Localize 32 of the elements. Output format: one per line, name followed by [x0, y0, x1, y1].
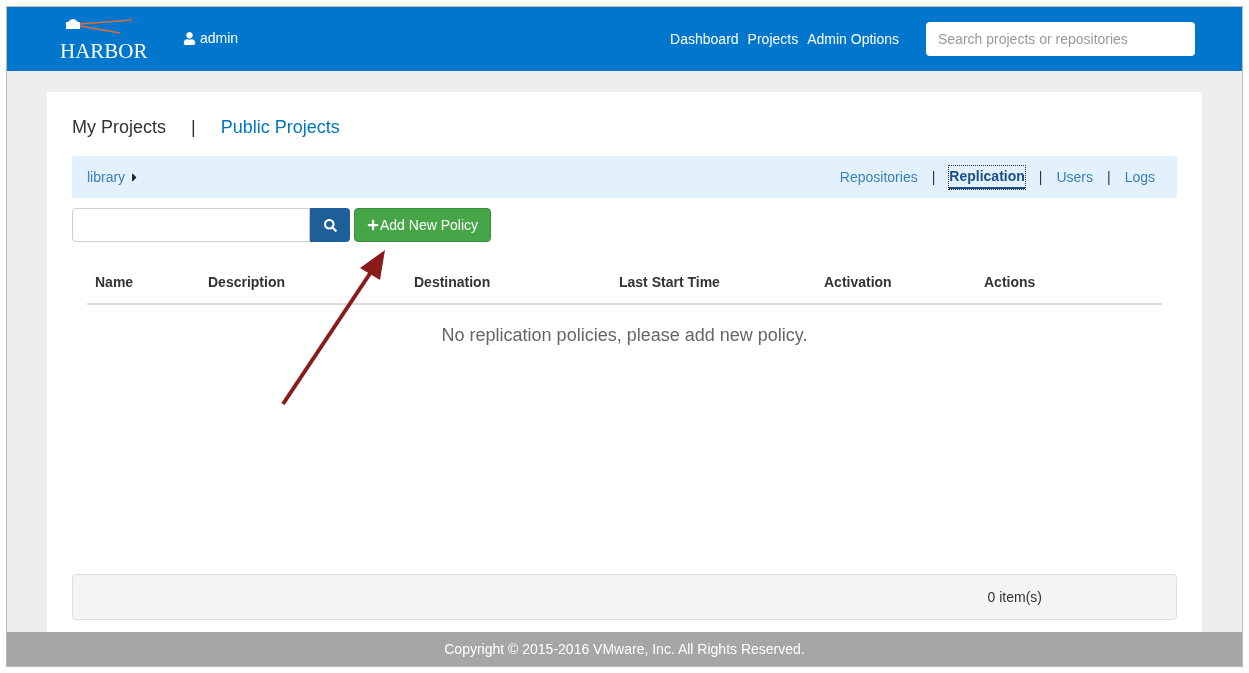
- filter-field[interactable]: [72, 208, 310, 242]
- breadcrumb-link[interactable]: library: [87, 166, 126, 188]
- user-icon: [183, 31, 196, 45]
- column-header: Destination: [413, 273, 492, 292]
- item-count: 0 item(s): [987, 587, 1042, 607]
- nav-link[interactable]: Admin Options: [807, 28, 899, 50]
- logo-text: HARBOR: [60, 41, 148, 62]
- separator: |: [1038, 167, 1043, 187]
- separator: |: [191, 115, 196, 139]
- add-policy-button[interactable]: Add New Policy: [354, 208, 492, 242]
- column-header: Actions: [983, 273, 1037, 292]
- separator: |: [1107, 167, 1111, 187]
- column-header: Activation: [823, 273, 893, 292]
- nav-link[interactable]: Dashboard: [670, 28, 739, 50]
- empty-message: No replication policies, please add new policy.: [440, 324, 809, 347]
- search-field[interactable]: Search projects or repositories: [926, 22, 1195, 56]
- column-header: Name: [94, 273, 135, 292]
- sub-tab[interactable]: Logs: [1124, 166, 1155, 188]
- search-button[interactable]: [310, 208, 350, 242]
- separator: |: [931, 167, 936, 187]
- project-tab[interactable]: Public Projects: [220, 113, 340, 141]
- column-header: Description: [207, 273, 286, 292]
- copyright-text: Copyright © 2015-2016 VMware, Inc. All Rights Reserved.: [444, 639, 805, 659]
- sub-tab[interactable]: Users: [1056, 166, 1093, 188]
- sub-tab[interactable]: Repositories: [839, 166, 918, 188]
- plus-icon: [367, 219, 379, 231]
- nav-link[interactable]: Projects: [747, 28, 799, 50]
- search-icon: [323, 218, 337, 232]
- column-header: Last Start Time: [618, 273, 721, 292]
- user-name[interactable]: admin: [200, 27, 239, 49]
- project-tab[interactable]: My Projects: [72, 113, 167, 141]
- sub-tab[interactable]: Replication: [949, 165, 1025, 189]
